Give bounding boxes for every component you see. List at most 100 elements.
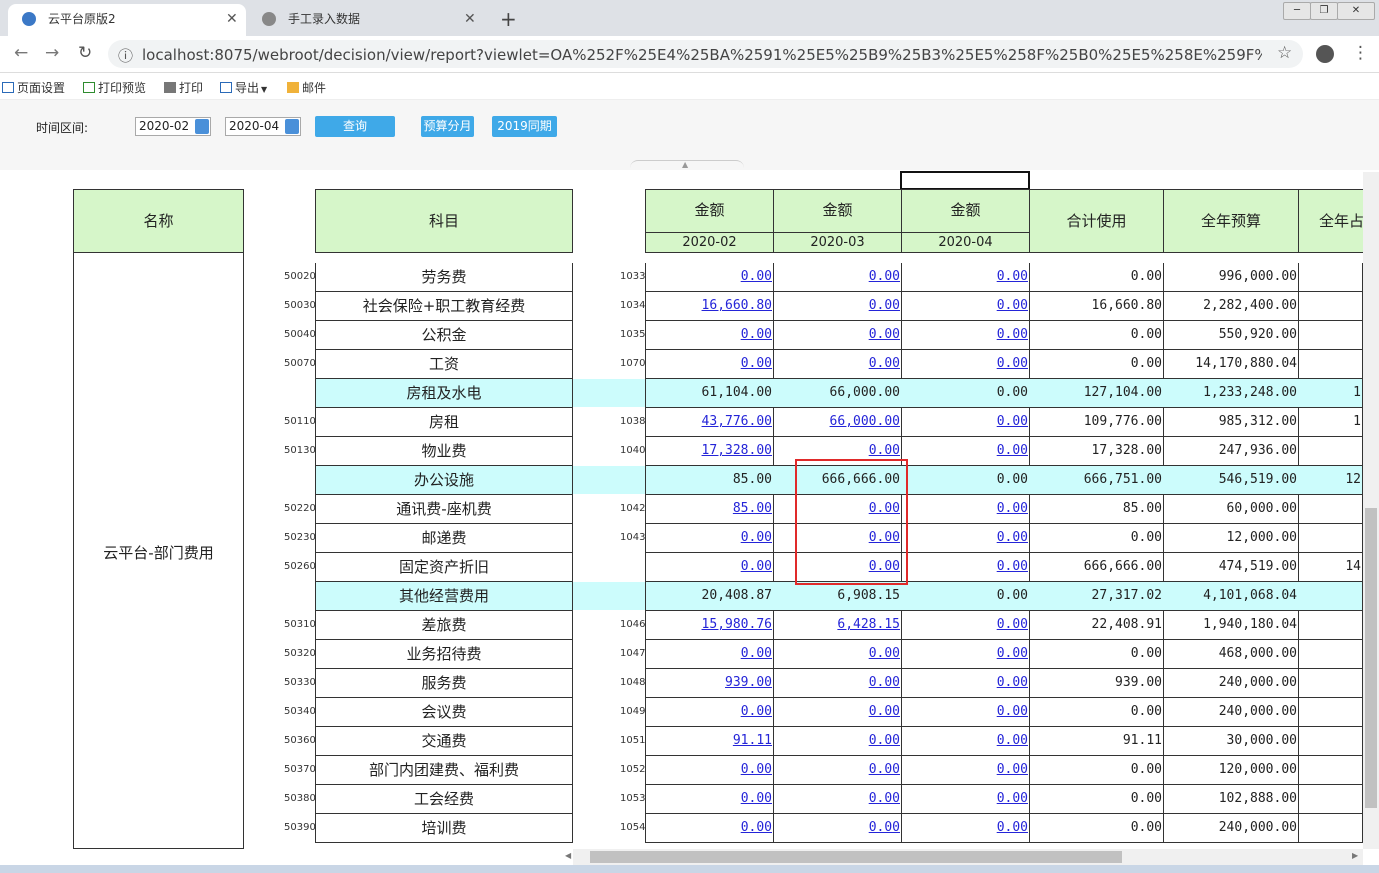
ratio-cell bbox=[1298, 785, 1363, 814]
ratio-cell bbox=[1298, 263, 1363, 292]
back-arrow-icon[interactable]: ← bbox=[14, 42, 28, 64]
close-tab-icon[interactable]: ✕ bbox=[226, 4, 238, 34]
amount-link[interactable]: 0.00 bbox=[997, 356, 1028, 371]
scroll-left-arrow-icon[interactable]: ◀ bbox=[565, 851, 571, 860]
restore-button[interactable]: ❐ bbox=[1310, 2, 1338, 20]
amount-link[interactable]: 0.00 bbox=[741, 356, 772, 371]
amount-link[interactable]: 0.00 bbox=[741, 646, 772, 661]
tab-cloud-platform[interactable]: 云平台原版2 ✕ bbox=[8, 4, 246, 36]
profile-avatar-icon[interactable] bbox=[1316, 45, 1334, 63]
amount-value: 550,920.00 bbox=[1218, 327, 1297, 342]
forward-arrow-icon[interactable]: → bbox=[45, 42, 59, 64]
bookmark-star-icon[interactable]: ☆ bbox=[1277, 43, 1292, 63]
amount-link[interactable]: 17,328.00 bbox=[702, 443, 772, 458]
amount-link[interactable]: 0.00 bbox=[869, 675, 900, 690]
row-code: 50070 bbox=[284, 358, 316, 369]
scroll-right-arrow-icon[interactable]: ▶ bbox=[1352, 851, 1358, 860]
amount-link[interactable]: 0.00 bbox=[997, 530, 1028, 545]
minimize-button[interactable]: ─ bbox=[1283, 2, 1311, 20]
amount-link[interactable]: 0.00 bbox=[997, 443, 1028, 458]
m1-cell: 0.00 bbox=[645, 640, 774, 669]
amount-link[interactable]: 91.11 bbox=[733, 733, 772, 748]
print-button[interactable]: 打印 bbox=[164, 79, 203, 96]
start-date-input[interactable]: 2020-02 bbox=[135, 117, 211, 136]
amount-link[interactable]: 66,000.00 bbox=[830, 414, 900, 429]
amount-link[interactable]: 0.00 bbox=[741, 530, 772, 545]
amount-link[interactable]: 0.00 bbox=[997, 414, 1028, 429]
amount-link[interactable]: 0.00 bbox=[741, 704, 772, 719]
info-icon[interactable]: ⓘ bbox=[118, 45, 133, 66]
horizontal-scroll-thumb[interactable] bbox=[590, 851, 1122, 863]
amount-link[interactable]: 0.00 bbox=[997, 820, 1028, 835]
page-setup-button[interactable]: 页面设置 bbox=[2, 79, 65, 96]
tab-manual-entry[interactable]: 手工录入数据 ✕ bbox=[248, 4, 488, 36]
amount-link[interactable]: 0.00 bbox=[997, 646, 1028, 661]
same-period-2019-button[interactable]: 2019同期 bbox=[492, 116, 557, 137]
total-cell: 0.00 bbox=[1029, 350, 1164, 379]
m2-cell: 66,000.00 bbox=[773, 408, 902, 437]
m2-cell: 0.00 bbox=[773, 292, 902, 321]
subject-cell: 固定资产折旧 bbox=[315, 553, 573, 582]
amount-link[interactable]: 43,776.00 bbox=[702, 414, 772, 429]
m1-cell: 0.00 bbox=[645, 321, 774, 350]
amount-link[interactable]: 0.00 bbox=[741, 791, 772, 806]
export-button[interactable]: 导出 ▼ bbox=[220, 79, 267, 96]
amount-link[interactable]: 0.00 bbox=[869, 327, 900, 342]
amount-link[interactable]: 0.00 bbox=[997, 298, 1028, 313]
amount-link[interactable]: 0.00 bbox=[869, 269, 900, 284]
selected-cell[interactable] bbox=[900, 171, 1030, 190]
amount-link[interactable]: 0.00 bbox=[997, 501, 1028, 516]
amount-link[interactable]: 0.00 bbox=[997, 617, 1028, 632]
reload-icon[interactable]: ↻ bbox=[78, 42, 92, 64]
amount-link[interactable]: 0.00 bbox=[869, 443, 900, 458]
query-button[interactable]: 查询 bbox=[315, 116, 395, 137]
amount-link[interactable]: 16,660.80 bbox=[702, 298, 772, 313]
amount-value: 6,908.15 bbox=[837, 588, 900, 603]
amount-link[interactable]: 85.00 bbox=[733, 501, 772, 516]
amount-link[interactable]: 0.00 bbox=[997, 559, 1028, 574]
new-tab-button[interactable]: + bbox=[500, 6, 517, 32]
amount-link[interactable]: 0.00 bbox=[997, 733, 1028, 748]
amount-link[interactable]: 0.00 bbox=[741, 762, 772, 777]
budget-cell: 474,519.00 bbox=[1163, 553, 1299, 582]
collapse-arrow-icon[interactable]: ▲ bbox=[682, 160, 688, 169]
print-preview-button[interactable]: 打印预览 bbox=[83, 79, 146, 96]
amount-link[interactable]: 0.00 bbox=[869, 762, 900, 777]
m2-cell: 0.00 bbox=[773, 263, 902, 292]
amount-link[interactable]: 0.00 bbox=[869, 820, 900, 835]
menu-kebab-icon[interactable]: ⋮ bbox=[1352, 43, 1369, 63]
amount-link[interactable]: 939.00 bbox=[725, 675, 772, 690]
amount-link[interactable]: 0.00 bbox=[869, 704, 900, 719]
amount-link[interactable]: 0.00 bbox=[997, 327, 1028, 342]
amount-link[interactable]: 0.00 bbox=[869, 298, 900, 313]
budget-cell: 240,000.00 bbox=[1163, 814, 1299, 843]
amount-link[interactable]: 0.00 bbox=[997, 791, 1028, 806]
group-subject-cell: 房租及水电 bbox=[315, 379, 573, 408]
group-row-fill bbox=[573, 379, 645, 407]
close-window-button[interactable]: ✕ bbox=[1337, 2, 1375, 20]
mail-button[interactable]: 邮件 bbox=[287, 79, 326, 96]
amount-link[interactable]: 0.00 bbox=[997, 762, 1028, 777]
amount-link[interactable]: 0.00 bbox=[997, 675, 1028, 690]
amount-link[interactable]: 0.00 bbox=[741, 559, 772, 574]
amount-link[interactable]: 0.00 bbox=[997, 704, 1028, 719]
amount-link[interactable]: 0.00 bbox=[869, 733, 900, 748]
vertical-scroll-thumb[interactable] bbox=[1365, 508, 1377, 808]
amount-link[interactable]: 0.00 bbox=[741, 327, 772, 342]
amount-link[interactable]: 0.00 bbox=[869, 646, 900, 661]
budget-split-button[interactable]: 预算分月 bbox=[421, 116, 474, 137]
end-date-input[interactable]: 2020-04 bbox=[225, 117, 301, 136]
close-tab-icon[interactable]: ✕ bbox=[464, 4, 476, 34]
amount-link[interactable]: 0.00 bbox=[869, 356, 900, 371]
amount-link[interactable]: 15,980.76 bbox=[702, 617, 772, 632]
amount-value: 666,666.00 bbox=[1083, 559, 1162, 574]
calendar-icon[interactable] bbox=[285, 119, 299, 134]
url-text[interactable]: localhost:8075/webroot/decision/view/rep… bbox=[142, 46, 1262, 64]
amount-link[interactable]: 0.00 bbox=[869, 791, 900, 806]
amount-link[interactable]: 0.00 bbox=[741, 269, 772, 284]
amount-link[interactable]: 6,428.15 bbox=[837, 617, 900, 632]
calendar-icon[interactable] bbox=[195, 119, 209, 134]
amount-link[interactable]: 0.00 bbox=[741, 820, 772, 835]
amount-link[interactable]: 0.00 bbox=[997, 269, 1028, 284]
taskbar bbox=[0, 865, 1379, 873]
